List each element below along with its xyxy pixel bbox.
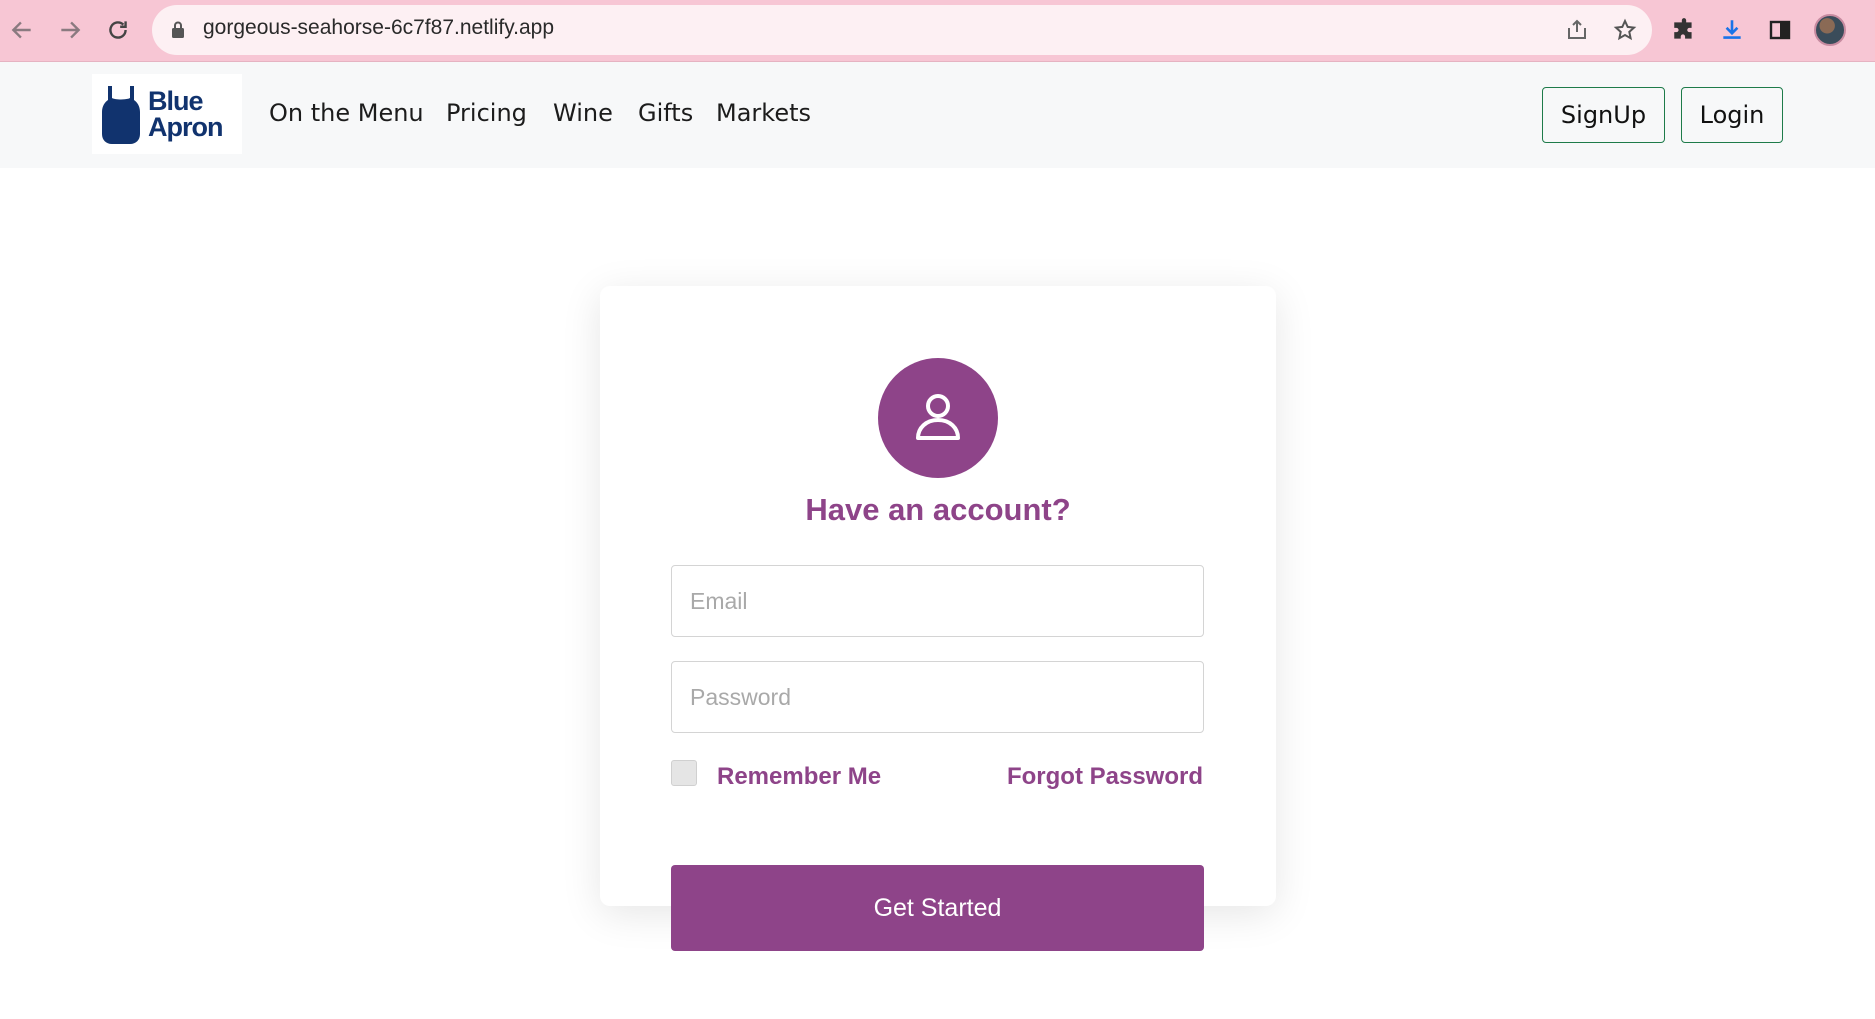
share-icon[interactable]	[1561, 14, 1593, 46]
signup-button[interactable]: SignUp	[1542, 87, 1665, 143]
url-text[interactable]: gorgeous-seahorse-6c7f87.netlify.app	[203, 16, 554, 40]
nav-link-wine[interactable]: Wine	[553, 99, 613, 127]
password-field[interactable]	[671, 661, 1204, 733]
side-panel-icon[interactable]	[1764, 14, 1796, 46]
lock-icon	[170, 20, 186, 44]
nav-link-markets[interactable]: Markets	[716, 99, 811, 127]
logo-line-2: Apron	[148, 112, 223, 142]
email-field[interactable]	[671, 565, 1204, 637]
apron-icon	[102, 86, 140, 144]
browser-toolbar: gorgeous-seahorse-6c7f87.netlify.app	[0, 0, 1875, 62]
extensions-icon[interactable]	[1668, 14, 1700, 46]
get-started-button[interactable]: Get Started	[671, 865, 1204, 951]
download-icon[interactable]	[1716, 14, 1748, 46]
nav-link-menu[interactable]: On the Menu	[269, 99, 424, 127]
nav-link-pricing[interactable]: Pricing	[446, 99, 527, 127]
remember-me-checkbox[interactable]	[671, 760, 697, 786]
star-icon[interactable]	[1609, 14, 1641, 46]
back-arrow-icon[interactable]	[4, 12, 40, 48]
reload-icon[interactable]	[100, 12, 136, 48]
forgot-password-link[interactable]: Forgot Password	[1007, 763, 1203, 791]
site-header: Blue Apron On the Menu Pricing Wine Gift…	[0, 62, 1875, 168]
nav-link-gifts[interactable]: Gifts	[638, 99, 693, 127]
user-avatar-badge	[878, 358, 998, 478]
login-title: Have an account?	[805, 492, 1071, 527]
login-button[interactable]: Login	[1681, 87, 1783, 143]
forward-arrow-icon[interactable]	[52, 12, 88, 48]
blue-apron-logo[interactable]: Blue Apron	[92, 74, 242, 154]
profile-avatar[interactable]	[1814, 14, 1846, 46]
remember-me-label[interactable]: Remember Me	[717, 763, 881, 791]
logo-line-1: Blue	[148, 86, 204, 116]
user-icon	[916, 394, 960, 440]
logo-text: Blue Apron	[148, 86, 223, 142]
